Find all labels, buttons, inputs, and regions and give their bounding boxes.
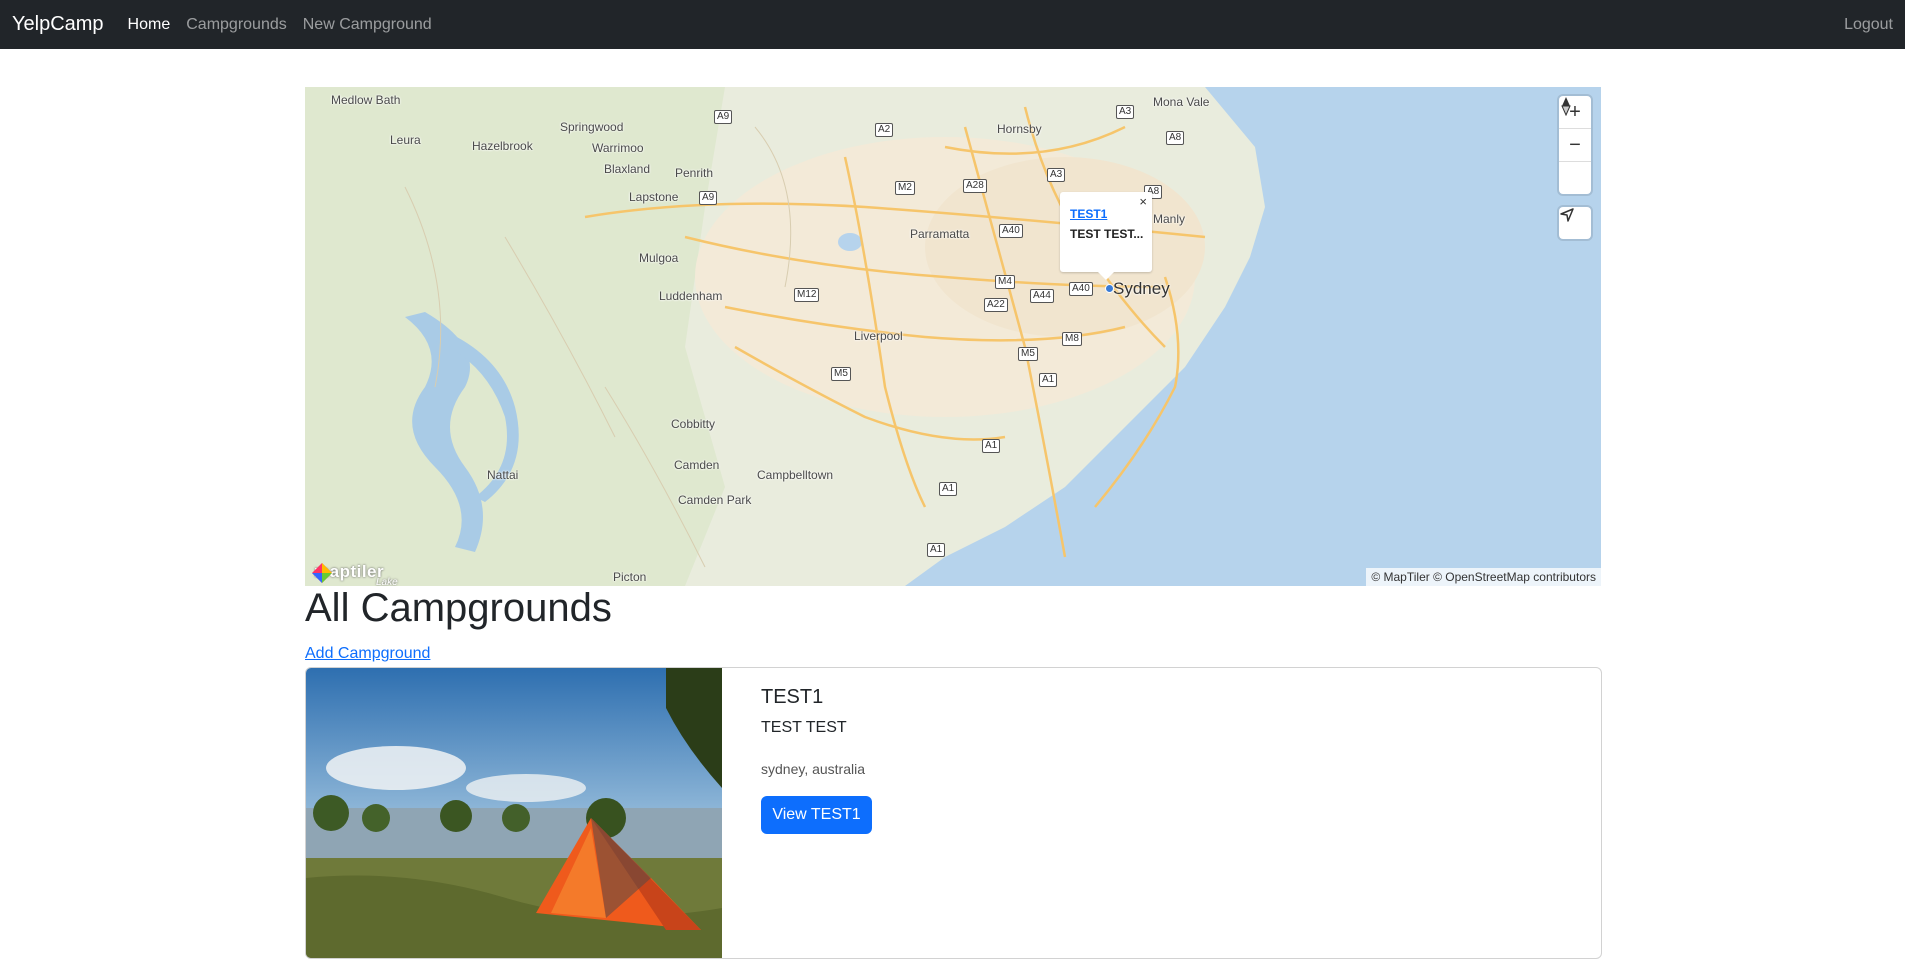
place-label: Sydney	[1113, 279, 1170, 298]
place-label: Camden Park	[678, 493, 752, 507]
place-label: Manly	[1153, 212, 1186, 226]
place-label: Parramatta	[910, 227, 970, 241]
map-tiles	[305, 87, 1601, 586]
view-campground-button[interactable]: View TEST1	[761, 796, 872, 834]
road-shield: A9	[699, 191, 718, 205]
campground-description: TEST TEST	[761, 719, 847, 736]
popup-close-button[interactable]: ×	[1139, 194, 1147, 209]
nav-new-campground[interactable]: New Campground	[303, 16, 432, 34]
campground-image	[306, 668, 722, 958]
cluster-map[interactable]: Medlow Bath Leura Hazelbrook Springwood …	[305, 87, 1601, 586]
nav-campgrounds[interactable]: Campgrounds	[186, 16, 287, 34]
map-popup: × TEST1 TEST TEST...	[1060, 192, 1152, 272]
road-shield: A44	[1030, 289, 1054, 303]
map-attribution[interactable]: © MapTiler © OpenStreetMap contributors	[1366, 568, 1601, 586]
compass-icon	[1561, 97, 1571, 116]
geolocate-control	[1559, 207, 1591, 239]
place-label: Hazelbrook	[472, 139, 533, 153]
road-shield: A22	[984, 298, 1008, 312]
popup-description: TEST TEST...	[1070, 227, 1144, 241]
road-shield: A2	[875, 123, 894, 137]
place-label: Blaxland	[604, 162, 651, 176]
road-shield: A1	[927, 543, 946, 557]
place-label: Springwood	[560, 120, 624, 134]
place-label: Liverpool	[854, 329, 903, 343]
road-shield: A1	[1039, 373, 1058, 387]
place-label: Camden	[674, 458, 720, 472]
nav-home[interactable]: Home	[128, 16, 171, 34]
place-label: Nattai	[487, 468, 519, 482]
zoom-out-button[interactable]: −	[1559, 128, 1591, 161]
place-label: Warrimoo	[592, 141, 644, 155]
place-label: Cobbitty	[671, 417, 716, 431]
road-shield: A1	[982, 439, 1001, 453]
navbar: YelpCamp Home Campgrounds New Campground…	[0, 0, 1905, 49]
place-label: Hornsby	[997, 122, 1042, 136]
location-arrow-icon	[1560, 208, 1574, 222]
road-shield: A8	[1166, 131, 1185, 145]
place-label: Luddenham	[659, 289, 723, 303]
road-shield: A9	[714, 110, 733, 124]
campground-location: sydney, australia	[761, 761, 866, 777]
popup-tip	[1098, 272, 1114, 280]
geolocate-button[interactable]	[1559, 207, 1591, 239]
place-label: Picton	[613, 570, 647, 584]
place-label: Mulgoa	[639, 251, 679, 265]
road-shield: A28	[963, 179, 987, 193]
page-title: All Campgrounds	[305, 586, 612, 630]
campground-title: TEST1	[761, 686, 824, 708]
campground-card: TEST1 TEST TEST sydney, australia View T…	[305, 667, 1602, 959]
place-label: Campbelltown	[757, 468, 834, 482]
road-shield: M5	[831, 367, 851, 381]
road-shield: A3	[1116, 105, 1135, 119]
compass-button[interactable]	[1559, 97, 1591, 194]
place-label: Mona Vale	[1153, 95, 1210, 109]
road-shield: A40	[999, 224, 1023, 238]
add-campground-link[interactable]: Add Campground	[305, 645, 430, 663]
popup-title-link[interactable]: TEST1	[1070, 207, 1107, 221]
road-shield: M5	[1018, 347, 1038, 361]
maptiler-logo-icon	[312, 563, 332, 583]
road-shield: A1	[939, 482, 958, 496]
road-shield: A40	[1069, 282, 1093, 296]
map-marker[interactable]	[1105, 284, 1114, 293]
place-label: Lapstone	[629, 190, 679, 204]
road-shield: M2	[895, 181, 915, 195]
road-shield: M8	[1062, 332, 1082, 346]
place-label: Penrith	[675, 166, 714, 180]
maptiler-logo[interactable]: maptiler Lake	[311, 562, 398, 586]
navigation-controls: + −	[1559, 96, 1591, 194]
place-label: Medlow Bath	[331, 93, 401, 107]
brand-logo[interactable]: YelpCamp	[12, 13, 104, 36]
road-shield: M4	[995, 275, 1015, 289]
maptiler-logo-subtext: Lake	[376, 577, 398, 586]
nav-logout[interactable]: Logout	[1844, 16, 1893, 34]
road-shield: A3	[1047, 168, 1066, 182]
road-shield: M12	[794, 288, 820, 302]
place-label: Leura	[390, 133, 421, 147]
